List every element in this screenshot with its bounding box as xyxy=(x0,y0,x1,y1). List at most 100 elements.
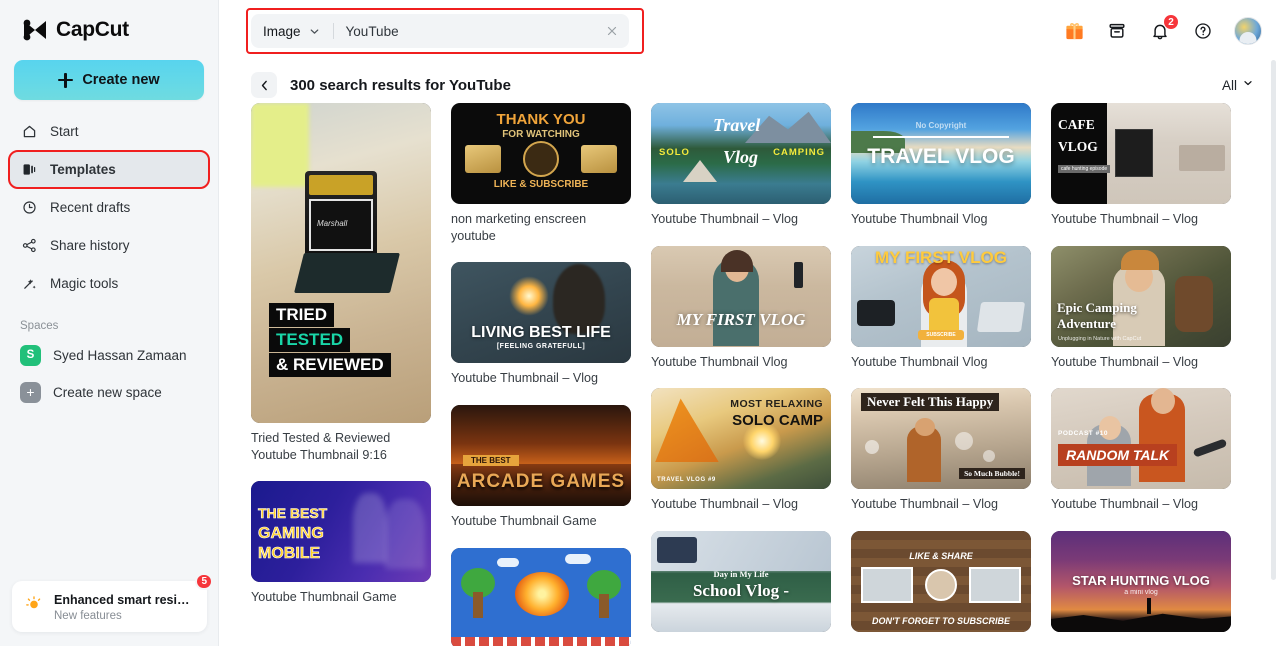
template-card[interactable]: THE BEST ARCADE GAMES Youtube Thumbnail … xyxy=(451,405,631,530)
help-icon[interactable] xyxy=(1191,19,1215,43)
template-card-label: Youtube Thumbnail Vlog xyxy=(851,212,988,226)
promo-badge: 5 xyxy=(195,573,213,590)
thumb-text: LIVING BEST LIFE xyxy=(471,324,611,342)
thumb-text: STAR HUNTING VLOG xyxy=(1072,573,1210,589)
template-card-label: Youtube Thumbnail Game xyxy=(251,590,397,605)
thumb-text: Day in My Life xyxy=(713,569,769,580)
grid-column: CAFE VLOG cafe hunting episode Youtube T… xyxy=(1051,103,1231,646)
template-card[interactable]: No Copyright TRAVEL VLOG Youtube Thumbna… xyxy=(851,103,1031,228)
my-first-vlog-girl-thumbnail: MY FIRST VLOG xyxy=(651,245,831,347)
sidebar-item-magic-tools[interactable]: Magic tools xyxy=(10,266,208,301)
template-card[interactable] xyxy=(451,547,631,646)
plus-icon: + xyxy=(20,381,41,403)
thumb-text: ARCADE GAMES xyxy=(456,471,626,493)
template-card-label: Youtube Thumbnail – Vlog xyxy=(651,212,799,226)
tried-tested-thumbnail: Marshall TRIED TESTED & REVIEWED xyxy=(251,103,431,423)
template-card[interactable]: THANK YOU FOR WATCHING LIKE & SUBSCRIBE … xyxy=(451,103,631,244)
search-input[interactable]: YouTube xyxy=(346,24,605,39)
template-card[interactable]: THE BEST GAMING MOBILE Youtube Thumbnail… xyxy=(251,481,431,606)
template-card[interactable]: CAFE VLOG cafe hunting episode Youtube T… xyxy=(1051,103,1231,228)
thumb-text: SOLO CAMP xyxy=(732,412,823,430)
space-item-label: Syed Hassan Zamaan xyxy=(53,347,187,363)
top-bar: Image YouTube 2 xyxy=(219,0,1280,62)
brand-name: CapCut xyxy=(56,18,129,41)
template-card-label: Youtube Thumbnail – Vlog xyxy=(851,497,999,512)
template-card-label: Youtube Thumbnail Game xyxy=(451,514,597,529)
template-card[interactable]: MY FIRST VLOG Youtube Thumbnail Vlog xyxy=(651,245,831,371)
thumb-text: TRIED xyxy=(269,303,334,327)
pixel-game-thumbnail xyxy=(451,547,631,646)
create-new-space-button[interactable]: + Create new space xyxy=(10,375,208,409)
sidebar-item-start[interactable]: Start xyxy=(10,114,208,149)
template-card-label: Youtube Thumbnail – Vlog xyxy=(651,497,799,512)
space-avatar: S xyxy=(20,344,41,366)
thumb-text: LIKE & SHARE xyxy=(909,551,973,562)
grid-column: Marshall TRIED TESTED & REVIEWED Tried T… xyxy=(251,103,431,646)
thumb-text: TESTED xyxy=(269,328,351,352)
top-actions: 2 xyxy=(1062,14,1262,45)
template-card[interactable]: Day in My Life School Vlog - xyxy=(651,531,831,633)
promo-banner[interactable]: Enhanced smart resi… New features 5 xyxy=(12,573,213,632)
like-and-share-thumbnail: LIKE & SHARE DON'T FORGET TO SUBSCRIBE xyxy=(851,531,1031,633)
vertical-scrollbar[interactable] xyxy=(1271,60,1276,580)
template-card[interactable]: MOST RELAXING SOLO CAMP TRAVEL VLOG #9 Y… xyxy=(651,388,831,513)
random-talk-thumbnail: PODCAST #10 RANDOM TALK xyxy=(1051,388,1231,490)
thank-you-thumbnail: THANK YOU FOR WATCHING LIKE & SUBSCRIBE xyxy=(451,103,631,204)
template-card[interactable]: Never Felt This Happy So Much Bubble! Yo… xyxy=(851,388,1031,513)
search-area: Image YouTube xyxy=(246,8,644,54)
star-hunting-thumbnail: STAR HUNTING VLOG a mini vlog xyxy=(1051,531,1231,633)
filter-all-dropdown[interactable]: All xyxy=(1222,76,1254,94)
template-results-scroll[interactable]: Marshall TRIED TESTED & REVIEWED Tried T… xyxy=(219,103,1280,646)
back-button[interactable] xyxy=(251,72,277,98)
share-icon xyxy=(20,237,38,255)
thumb-text: MY FIRST VLOG xyxy=(676,309,806,329)
clock-icon xyxy=(20,199,38,217)
template-card[interactable]: MY FIRST VLOG SUBSCRIBE Youtube Thumbnai… xyxy=(851,245,1031,371)
template-card[interactable]: PODCAST #10 RANDOM TALK Youtube Thumbnai… xyxy=(1051,388,1231,513)
gift-icon[interactable] xyxy=(1062,19,1086,43)
template-card[interactable]: Marshall TRIED TESTED & REVIEWED Tried T… xyxy=(251,103,431,463)
notification-badge: 2 xyxy=(1163,14,1179,30)
thumb-text: CAFE xyxy=(1058,117,1095,132)
template-card[interactable]: LIKE & SHARE DON'T FORGET TO SUBSCRIBE xyxy=(851,531,1031,633)
thumb-text: RANDOM TALK xyxy=(1058,444,1178,467)
notification-bell-icon[interactable]: 2 xyxy=(1148,14,1179,43)
sidebar-item-templates[interactable]: Templates xyxy=(8,150,210,189)
sidebar-item-label: Start xyxy=(50,124,79,139)
grid-column: THANK YOU FOR WATCHING LIKE & SUBSCRIBE … xyxy=(451,103,631,646)
living-best-life-thumbnail: LIVING BEST LIFE [FEELING GRATEFULL] xyxy=(451,262,631,364)
create-new-button[interactable]: Create new xyxy=(14,60,204,100)
thumb-text: LIKE & SUBSCRIBE xyxy=(493,179,589,190)
template-card[interactable]: SOLO Travel Vlog CAMPING Youtube Thumbna… xyxy=(651,103,831,228)
search-bar[interactable]: Image YouTube xyxy=(251,14,629,48)
template-card[interactable]: STAR HUNTING VLOG a mini vlog xyxy=(1051,531,1231,633)
template-card-label: non marketing enscreen youtube xyxy=(451,212,587,243)
cafe-vlog-thumbnail: CAFE VLOG cafe hunting episode xyxy=(1051,103,1231,204)
sidebar-item-share-history[interactable]: Share history xyxy=(10,228,208,263)
epic-camping-thumbnail: Epic Camping Adventure Unplugging in Nat… xyxy=(1051,245,1231,347)
thumb-text: No Copyright xyxy=(915,121,967,130)
sidebar-item-label: Share history xyxy=(50,238,130,253)
solo-camp-thumbnail: MOST RELAXING SOLO CAMP TRAVEL VLOG #9 xyxy=(651,388,831,490)
magic-wand-icon xyxy=(20,275,38,293)
thumb-text: [FEELING GRATEFULL] xyxy=(496,343,586,351)
template-card[interactable]: LIVING BEST LIFE [FEELING GRATEFULL] You… xyxy=(451,262,631,387)
template-card[interactable]: Epic Camping Adventure Unplugging in Nat… xyxy=(1051,245,1231,371)
travel-vlog-camping-thumbnail: SOLO Travel Vlog CAMPING xyxy=(651,103,831,204)
thumb-text: MOBILE xyxy=(258,545,321,563)
archive-icon[interactable] xyxy=(1105,19,1129,43)
close-icon[interactable] xyxy=(605,24,619,38)
thumb-text: VLOG xyxy=(1058,139,1098,154)
space-item-syed-hassan-zamaan[interactable]: S Syed Hassan Zamaan xyxy=(10,338,208,372)
sidebar-item-recent-drafts[interactable]: Recent drafts xyxy=(10,190,208,225)
sidebar-nav: Start Templates Recent drafts Share hist… xyxy=(0,114,218,304)
user-avatar[interactable] xyxy=(1234,17,1262,45)
arcade-games-thumbnail: THE BEST ARCADE GAMES xyxy=(451,405,631,507)
chevron-down-icon[interactable] xyxy=(308,25,321,38)
capcut-logo-icon xyxy=(22,19,48,41)
sidebar-item-label: Templates xyxy=(50,162,116,177)
thumb-text: So Much Bubble! xyxy=(959,468,1025,480)
brand[interactable]: CapCut xyxy=(0,0,218,52)
grid-column: SOLO Travel Vlog CAMPING Youtube Thumbna… xyxy=(651,103,831,646)
thumb-text: cafe hunting episode xyxy=(1058,165,1111,173)
